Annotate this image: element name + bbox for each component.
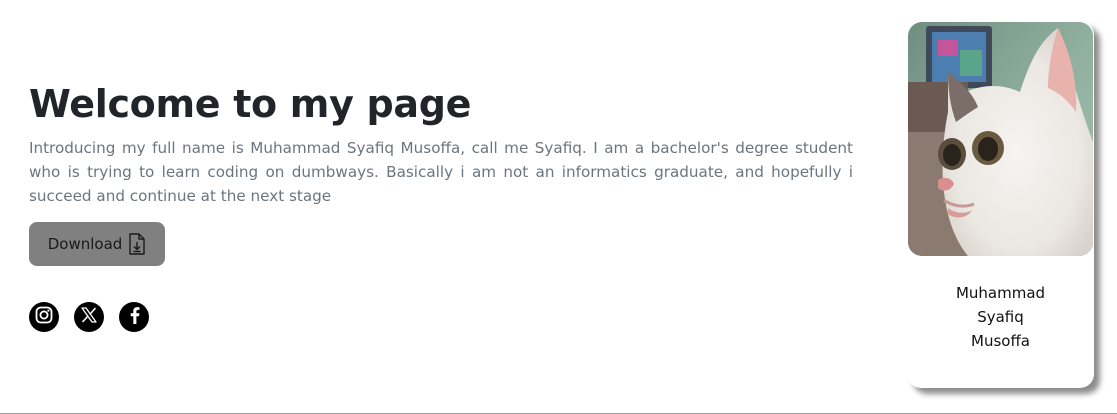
file-download-icon [128,233,146,255]
intro-description: Introducing my full name is Muhammad Sya… [29,139,853,205]
profile-photo [908,22,1093,256]
download-button[interactable]: Download [29,222,165,266]
profile-name: Muhammad Syafiq Musoffa [955,284,1046,350]
facebook-icon [126,305,142,329]
instagram-icon [34,305,54,329]
page-title: Welcome to my page [29,82,472,126]
profile-card: Muhammad Syafiq Musoffa [907,21,1094,388]
download-label: Download [47,235,123,253]
intro-section: Welcome to my page Introducing my full n… [29,78,853,208]
x-link[interactable] [74,302,104,332]
instagram-link[interactable] [29,302,59,332]
facebook-link[interactable] [119,302,149,332]
x-icon [80,306,98,328]
page: Welcome to my page Introducing my full n… [0,0,1117,414]
social-links [29,302,149,332]
